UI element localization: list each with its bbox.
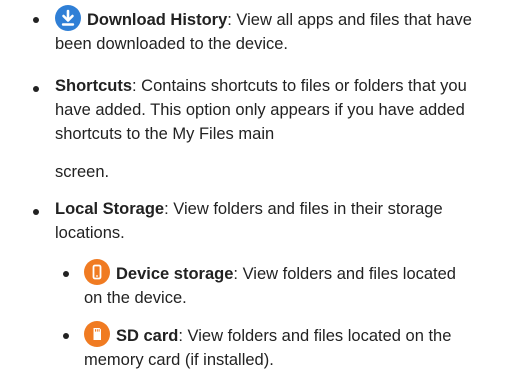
list-item-sd-card: SD card: View folders and files located …: [84, 321, 494, 372]
bullet: [63, 333, 69, 339]
device-storage-term: Device storage: [116, 265, 234, 283]
local-storage-term: Local Storage: [55, 200, 165, 218]
shortcuts-desc-continued: screen.: [55, 160, 495, 184]
list-item-download-history: Download History: View all apps and file…: [55, 5, 495, 56]
list-item-shortcuts: Shortcuts: Contains shortcuts to files o…: [55, 74, 505, 146]
download-icon: [55, 5, 81, 31]
bullet: [33, 86, 39, 92]
list-item-local-storage: Local Storage: View folders and files in…: [55, 197, 455, 245]
download-history-term: Download History: [87, 11, 228, 29]
bullet: [63, 271, 69, 277]
sd-card-term: SD card: [116, 327, 179, 345]
list-item-device-storage: Device storage: View folders and files l…: [84, 259, 469, 310]
bullet: [33, 17, 39, 23]
shortcuts-term: Shortcuts: [55, 77, 133, 95]
sd-card-icon: [84, 321, 110, 347]
device-storage-icon: [84, 259, 110, 285]
shortcuts-desc-last-line: screen.: [55, 163, 110, 181]
bullet: [33, 209, 39, 215]
